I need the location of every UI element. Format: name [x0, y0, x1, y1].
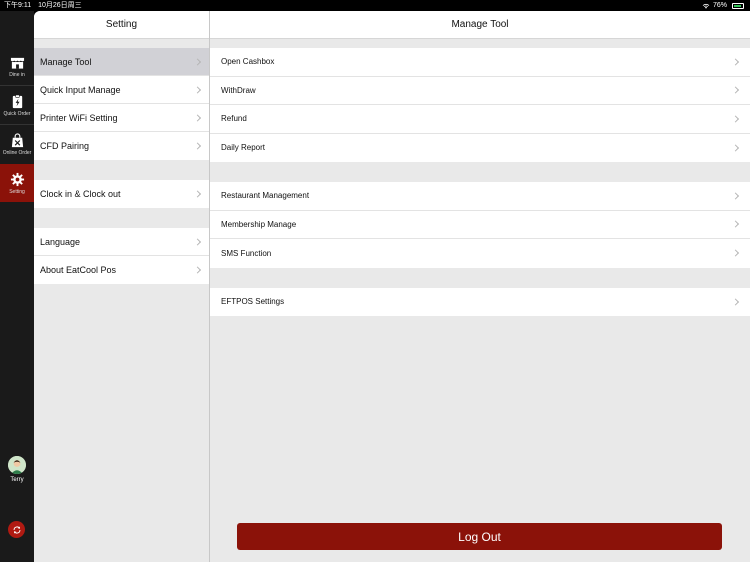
- settings-item-label: Manage Tool: [40, 56, 92, 67]
- chevron-right-icon: [731, 249, 740, 257]
- manage-tool-title: Manage Tool: [210, 11, 750, 39]
- battery-percent: 76%: [712, 2, 727, 9]
- side-rail: Dine in Quick Order Online Order Setting…: [0, 11, 34, 562]
- rail-item-online-order[interactable]: Online Order: [0, 125, 34, 163]
- manage-item-open-cashbox[interactable]: Open Cashbox: [210, 48, 750, 77]
- gear-icon: [10, 172, 24, 186]
- settings-item-label: Quick Input Manage: [40, 84, 121, 95]
- avatar[interactable]: [8, 456, 26, 474]
- settings-item-label: CFD Pairing: [40, 141, 90, 151]
- manage-item-refund[interactable]: Refund: [210, 105, 750, 134]
- settings-group-1: Manage Tool Quick Input Manage Printer W…: [34, 48, 209, 160]
- settings-item-language[interactable]: Language: [34, 228, 209, 256]
- manage-item-eftpos-settings[interactable]: EFTPOS Settings: [210, 287, 750, 316]
- manage-tool-panel: Manage Tool Open Cashbox WithDraw Refund…: [210, 11, 750, 562]
- manage-group-1: Open Cashbox WithDraw Refund Daily Repor…: [210, 48, 750, 162]
- manage-item-withdraw[interactable]: WithDraw: [210, 76, 750, 105]
- manage-item-sms-function[interactable]: SMS Function: [210, 239, 750, 268]
- manage-group-3: EFTPOS Settings: [210, 287, 750, 316]
- manage-item-label: SMS Function: [221, 248, 272, 258]
- settings-item-label: About EatCool Pos: [40, 265, 117, 275]
- rail-item-dine-in[interactable]: Dine in: [0, 47, 34, 85]
- manage-item-restaurant-management[interactable]: Restaurant Management: [210, 182, 750, 211]
- user-avatar-icon: [8, 456, 26, 474]
- logout-button[interactable]: Log Out: [237, 523, 722, 550]
- settings-item-manage-tool[interactable]: Manage Tool: [34, 48, 209, 76]
- settings-item-clock-in-out[interactable]: Clock in & Clock out: [34, 180, 209, 208]
- chevron-right-icon: [193, 266, 202, 274]
- sync-button[interactable]: [8, 521, 25, 538]
- battery-icon: [732, 2, 744, 9]
- manage-item-label: Refund: [221, 114, 247, 124]
- settings-item-label: Printer WiFi Setting: [40, 112, 118, 123]
- chevron-right-icon: [731, 144, 740, 152]
- chevron-right-icon: [193, 190, 202, 198]
- wifi-icon: [702, 3, 710, 9]
- shopping-bag-icon: [11, 132, 23, 147]
- rail-item-quick-order[interactable]: Quick Order: [0, 86, 34, 124]
- rail-item-setting[interactable]: Setting: [0, 164, 34, 202]
- settings-menu-panel: Setting Manage Tool Quick Input Manage P…: [34, 11, 210, 562]
- status-bar: 下午9:11 10月26日周三 76%: [0, 0, 750, 11]
- manage-item-daily-report[interactable]: Daily Report: [210, 133, 750, 162]
- manage-item-label: WithDraw: [221, 85, 256, 95]
- chevron-right-icon: [193, 113, 202, 122]
- refresh-icon: [13, 525, 20, 534]
- settings-title: Setting: [34, 11, 209, 39]
- rail-label-quick-order: Quick Order: [3, 110, 31, 117]
- chevron-right-icon: [193, 237, 202, 246]
- chevron-right-icon: [731, 86, 740, 94]
- rail-label-dine-in: Dine in: [9, 71, 25, 78]
- settings-item-printer-wifi-setting[interactable]: Printer WiFi Setting: [34, 104, 209, 132]
- store-icon: [10, 57, 24, 69]
- settings-item-label: Clock in & Clock out: [40, 189, 121, 199]
- manage-group-2: Restaurant Management Membership Manage …: [210, 182, 750, 268]
- chevron-right-icon: [193, 142, 202, 150]
- manage-item-membership-manage[interactable]: Membership Manage: [210, 210, 750, 239]
- manage-item-label: Membership Manage: [221, 219, 297, 229]
- chevron-right-icon: [731, 115, 740, 123]
- settings-item-about[interactable]: About EatCool Pos: [34, 256, 209, 284]
- chevron-right-icon: [731, 220, 740, 228]
- settings-item-cfd-pairing[interactable]: CFD Pairing: [34, 132, 209, 160]
- manage-item-label: EFTPOS Settings: [221, 297, 285, 307]
- settings-item-quick-input-manage[interactable]: Quick Input Manage: [34, 76, 209, 104]
- settings-group-2: Clock in & Clock out: [34, 180, 209, 208]
- manage-item-label: Daily Report: [221, 143, 266, 153]
- manage-item-label: Open Cashbox: [221, 57, 275, 67]
- status-date: 10月26日周三: [38, 2, 82, 9]
- settings-group-3: Language About EatCool Pos: [34, 228, 209, 284]
- settings-item-label: Language: [40, 236, 81, 247]
- chevron-right-icon: [731, 58, 740, 66]
- rail-label-setting: Setting: [9, 188, 25, 195]
- rail-label-online-order: Online Order: [2, 149, 32, 156]
- chevron-right-icon: [193, 57, 202, 66]
- chevron-right-icon: [731, 192, 740, 200]
- flash-order-icon: [12, 94, 22, 108]
- manage-item-label: Restaurant Management: [221, 191, 310, 201]
- user-name: Terry: [10, 477, 24, 483]
- chevron-right-icon: [731, 298, 740, 306]
- chevron-right-icon: [193, 85, 202, 94]
- status-time: 下午9:11: [4, 2, 32, 9]
